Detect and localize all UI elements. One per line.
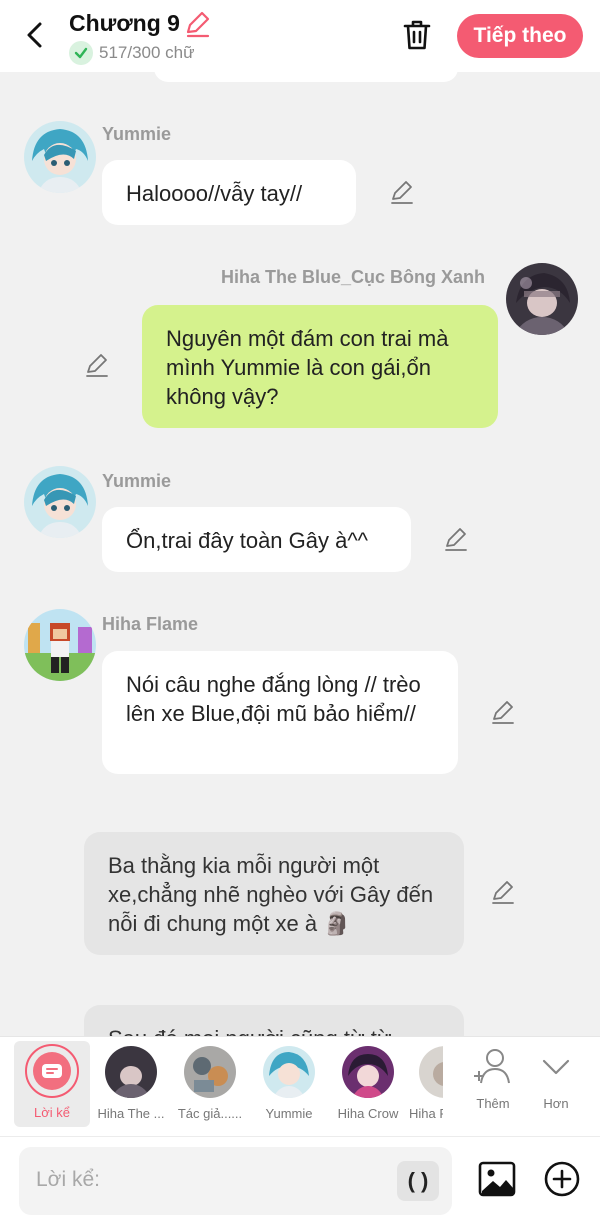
character-narrator[interactable]: Lời kể [14, 1041, 90, 1127]
character-item[interactable]: Yummie [249, 1037, 329, 1121]
narration-input[interactable]: Lời kể: ( ) [19, 1147, 452, 1215]
character-item[interactable]: Hiha Fl [407, 1037, 443, 1121]
word-count-text: 517/300 chữ [99, 43, 195, 62]
character-avatar [263, 1046, 315, 1098]
character-strip: Lời kể Hiha The ... Tác giả...... Yummie… [0, 1036, 600, 1136]
sender-name: Hiha Flame [102, 614, 199, 634]
avatar-yummie[interactable] [24, 121, 96, 193]
character-avatar [184, 1046, 236, 1098]
edit-pencil-icon[interactable] [84, 353, 110, 379]
message-bubble[interactable]: Nói câu nghe đắng lòng // trèo lên xe Bl… [102, 651, 458, 774]
avatar-yummie[interactable] [24, 466, 96, 538]
character-label: Hiha Fl [409, 1106, 443, 1121]
header: Chương 9 517/300 chữ Tiếp theo [0, 0, 600, 72]
next-button[interactable]: Tiếp theo [457, 14, 583, 58]
more-label: Hơn [543, 1096, 569, 1111]
add-plus-icon[interactable] [543, 1160, 581, 1198]
message-bubble[interactable]: Haloooo//vẫy tay// [102, 160, 356, 225]
word-count: 517/300 chữ [69, 41, 195, 65]
edit-pencil-icon[interactable] [443, 527, 469, 553]
edit-pencil-icon[interactable] [389, 180, 415, 206]
sender-name: Yummie [102, 471, 172, 491]
character-item[interactable]: Hiha Crow [328, 1037, 408, 1121]
image-icon[interactable] [478, 1161, 516, 1197]
character-label: Hiha The ... [97, 1106, 165, 1121]
character-label: Tác giả...... [177, 1106, 243, 1121]
chevron-down-icon [542, 1059, 570, 1075]
character-item[interactable]: Hiha The ... [91, 1037, 171, 1121]
character-label: Yummie [265, 1106, 313, 1121]
edit-pencil-icon[interactable] [490, 700, 516, 726]
trash-icon[interactable] [400, 18, 434, 52]
narration-bubble[interactable]: Ba thằng kia mỗi người một xe,chẳng nhẽ … [84, 832, 464, 955]
sender-name: Hiha The Blue_Cục Bông Xanh [221, 267, 486, 287]
character-avatar [105, 1046, 157, 1098]
edit-pencil-icon[interactable] [490, 880, 516, 906]
message-bubble-self[interactable]: Nguyên một đám con trai mà mình Yummie l… [142, 305, 498, 428]
narration-icon [33, 1052, 71, 1090]
add-character-button[interactable]: Thêm [463, 1047, 523, 1111]
narrator-ring [25, 1044, 79, 1098]
chapter-title: Chương 9 [69, 10, 180, 36]
avatar-hiha-flame[interactable] [24, 609, 96, 681]
check-icon [69, 41, 93, 65]
avatar-hiha-the-blue[interactable] [506, 263, 578, 335]
parentheses-button[interactable]: ( ) [397, 1161, 439, 1201]
input-bar: Lời kể: ( ) [0, 1136, 600, 1224]
add-label: Thêm [476, 1096, 510, 1111]
character-avatar [342, 1046, 394, 1098]
input-placeholder: Lời kể: [36, 1168, 100, 1191]
edit-title-pencil-icon[interactable] [183, 10, 211, 38]
character-avatar [419, 1046, 443, 1098]
character-item[interactable]: Tác giả...... [170, 1037, 250, 1121]
back-arrow-icon[interactable] [18, 18, 52, 52]
more-button[interactable]: Hơn [526, 1047, 586, 1111]
character-label: Hiha Crow [337, 1106, 399, 1121]
message-bubble[interactable]: Ổn,trai đây toàn Gây à^^ [102, 507, 411, 572]
add-person-icon [474, 1049, 510, 1084]
narrator-label: Lời kể [34, 1105, 70, 1120]
sender-name: Yummie [102, 124, 172, 144]
